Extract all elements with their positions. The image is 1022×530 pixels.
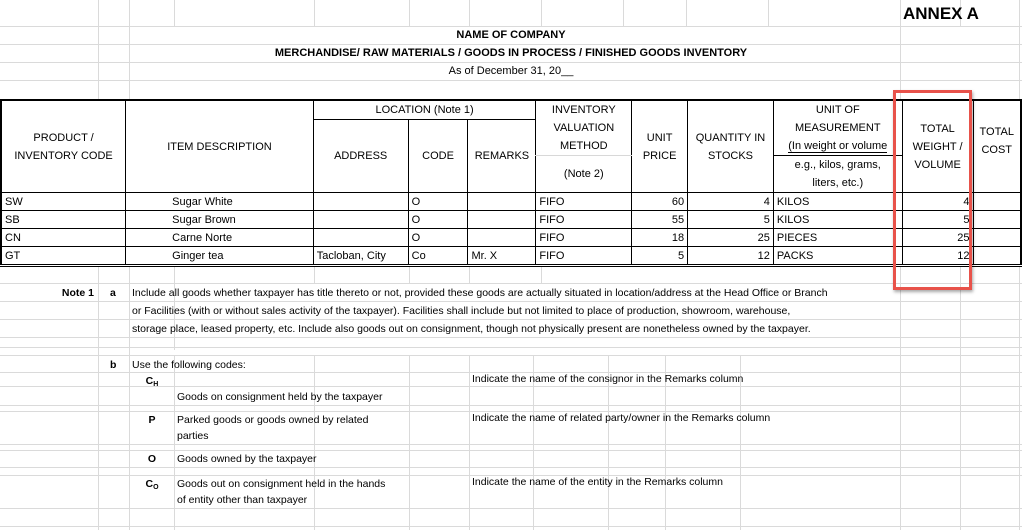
report-title: MERCHANDISE/ RAW MATERIALS / GOODS IN PR… (274, 47, 748, 59)
code-key: CO (145, 478, 159, 491)
code-key: O (147, 453, 157, 465)
code-instruction: Indicate the name of related party/owner… (472, 412, 771, 424)
header-remarks: REMARKS (467, 119, 537, 193)
row-valuation-method[interactable]: FIFO (535, 246, 633, 267)
company-name: NAME OF COMPANY (456, 29, 566, 41)
row-code[interactable]: CN (0, 228, 127, 247)
row-unit-price[interactable]: 55 (631, 210, 689, 229)
annex-label: ANNEX A (903, 4, 979, 23)
row-valuation-method[interactable]: FIFO (535, 228, 633, 247)
note-a-line-1: Include all goods whether taxpayer has t… (132, 287, 828, 299)
code-description: Goods on consignment held by the taxpaye… (177, 391, 383, 403)
row-unit-of-measurement[interactable]: KILOS (772, 210, 903, 229)
row-location-code[interactable]: O (407, 210, 469, 229)
row-description[interactable]: Ginger tea (125, 246, 314, 267)
row-total-cost[interactable] (972, 192, 1022, 211)
row-remarks[interactable]: Mr. X (467, 246, 537, 267)
as-of-date: As of December 31, 20__ (448, 65, 574, 77)
code-key: P (148, 414, 156, 426)
header-item-description: ITEM DESCRIPTION (125, 99, 314, 193)
row-quantity[interactable]: 5 (687, 210, 774, 229)
row-remarks[interactable] (467, 192, 537, 211)
header-address: ADDRESS (312, 119, 409, 193)
note-a-line-2: or Facilities (with or without sales act… (132, 305, 791, 317)
row-unit-price[interactable]: 60 (631, 192, 689, 211)
row-unit-price[interactable]: 5 (631, 246, 689, 267)
header-quantity: QUANTITY IN STOCKS (687, 99, 774, 193)
note-a-line-3: storage place, leased property, etc. Inc… (132, 323, 811, 335)
header-unit-of-measurement: UNIT OF MEASUREMENT (In weight or volume (772, 99, 903, 156)
row-code[interactable]: SB (0, 210, 127, 229)
row-valuation-method[interactable]: FIFO (535, 210, 633, 229)
row-unit-of-measurement[interactable]: PACKS (772, 246, 903, 267)
row-remarks[interactable] (467, 210, 537, 229)
table-row: CN Carne Norte O FIFO 18 25 PIECES 25 (0, 228, 1022, 247)
row-code[interactable]: SW (0, 192, 127, 211)
row-quantity[interactable]: 25 (687, 228, 774, 247)
row-valuation-method[interactable]: FIFO (535, 192, 633, 211)
table-row: SW Sugar White O FIFO 60 4 KILOS 4 (0, 192, 1022, 211)
header-unit-price: UNIT PRICE (631, 99, 689, 193)
row-description[interactable]: Sugar Brown (125, 210, 314, 229)
row-description[interactable]: Carne Norte (125, 228, 314, 247)
code-description-cont: parties (177, 430, 209, 442)
row-address[interactable] (312, 228, 409, 247)
row-total-cost[interactable] (972, 228, 1022, 247)
code-description-cont: of entity other than taxpayer (177, 494, 308, 506)
header-product-code: PRODUCT / INVENTORY CODE (0, 99, 127, 193)
row-remarks[interactable] (467, 228, 537, 247)
row-total-cost[interactable] (972, 246, 1022, 267)
header-valuation-note: (Note 2) (535, 155, 633, 193)
code-key: CH (145, 375, 159, 388)
row-quantity[interactable]: 12 (687, 246, 774, 267)
note1-label: Note 1 (61, 287, 94, 299)
row-unit-price[interactable]: 18 (631, 228, 689, 247)
table-row: GT Ginger tea Tacloban, City Co Mr. X FIFO 5 12… (0, 246, 1022, 267)
header-uom-examples: e.g., kilos, grams, liters, etc.) (772, 155, 903, 193)
header-code: CODE (407, 119, 469, 193)
inventory-table: PRODUCT / INVENTORY CODE ITEM DESCRIPTION… (0, 99, 1022, 267)
header-valuation-method: INVENTORY VALUATION METHOD (535, 99, 633, 156)
code-instruction: Indicate the name of the consignor in th… (472, 373, 744, 385)
row-address[interactable]: Tacloban, City (312, 246, 409, 267)
row-location-code[interactable]: O (407, 228, 469, 247)
table-row: SB Sugar Brown O FIFO 55 5 KILOS 5 (0, 210, 1022, 229)
row-code[interactable]: GT (0, 246, 127, 267)
row-address[interactable] (312, 210, 409, 229)
row-unit-of-measurement[interactable]: PIECES (772, 228, 903, 247)
note-b-label: b (110, 359, 117, 371)
header-location: LOCATION (Note 1) (312, 99, 537, 120)
highlight-box (893, 90, 972, 290)
header-total-cost: TOTAL COST (972, 99, 1022, 193)
note-a-label: a (110, 287, 116, 299)
code-description: Goods owned by the taxpayer (177, 453, 317, 465)
row-unit-of-measurement[interactable]: KILOS (772, 192, 903, 211)
code-instruction: Indicate the name of the entity in the R… (472, 476, 723, 488)
row-quantity[interactable]: 4 (687, 192, 774, 211)
row-address[interactable] (312, 192, 409, 211)
row-location-code[interactable]: Co (407, 246, 469, 267)
row-total-cost[interactable] (972, 210, 1022, 229)
row-description[interactable]: Sugar White (125, 192, 314, 211)
row-location-code[interactable]: O (407, 192, 469, 211)
